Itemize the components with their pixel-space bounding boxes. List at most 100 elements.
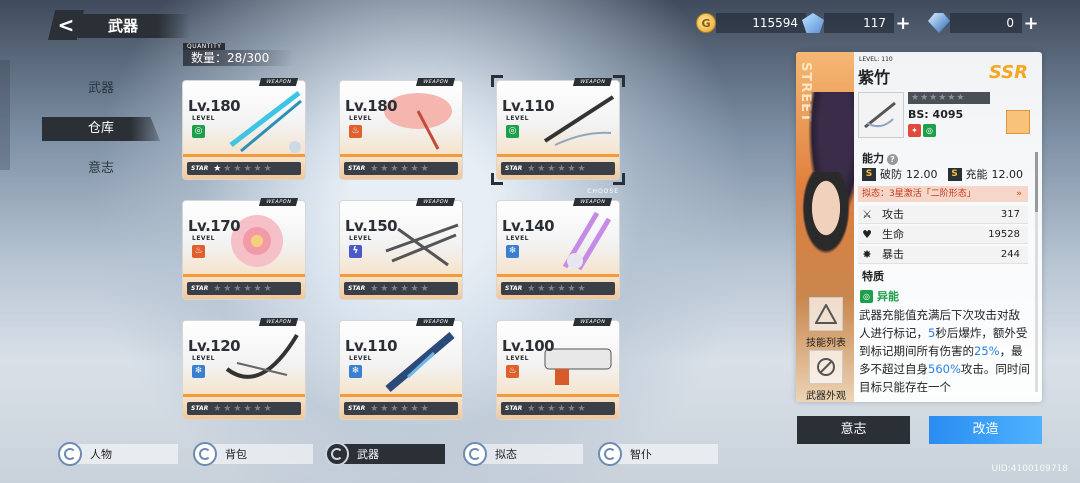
star-icon: ★ [370, 283, 379, 294]
tab-label: 智仆 [630, 448, 652, 461]
level-word: LEVEL [192, 235, 215, 242]
weapon-stars: ★ ★ ★ ★ ★ ★ [908, 92, 990, 104]
tab-weapon[interactable]: 武器 [325, 442, 445, 466]
star-word: STAR [505, 405, 523, 412]
star-icon: ★ [233, 403, 242, 414]
level-word: LEVEL [349, 235, 372, 242]
star-word: STAR [191, 165, 209, 172]
star-icon: ★ [527, 403, 536, 414]
weapon-card[interactable]: WEAPON Lv.120 LEVEL ❄ STAR ★ ★ ★ ★ ★ ★ [182, 318, 306, 420]
quantity-label: QUANTITY [183, 43, 226, 50]
tab-bg [70, 444, 178, 464]
star-icon: ★ [243, 403, 252, 414]
upgrade-button[interactable]: 改造 [929, 416, 1042, 444]
will-button[interactable]: 意志 [797, 416, 910, 444]
star-icon: ★ [400, 163, 409, 174]
level-word: LEVEL [192, 355, 215, 362]
ability-1-name: 破防 [880, 168, 902, 181]
tab-character[interactable]: 人物 [58, 442, 178, 466]
star-icon: ★ [243, 283, 252, 294]
ability-title: 能力? [862, 150, 898, 166]
ice-element-icon: ❄ [506, 245, 519, 258]
trait-tag: ◎ 异能 [860, 288, 899, 304]
star-bar: STAR ★ ★ ★ ★ ★ ★ [501, 162, 615, 175]
tab-smart-servant[interactable]: 智仆 [598, 442, 718, 466]
star-icon: ★ [410, 403, 419, 414]
resonance-icon[interactable] [1006, 110, 1030, 134]
star-icon: ★ [390, 283, 399, 294]
side-edge [0, 60, 10, 170]
weapon-card[interactable]: WEAPON Lv.100 LEVEL ♨ STAR ★ ★ ★ ★ ★ ★ [496, 318, 620, 420]
star-icon: ★ [567, 403, 576, 414]
weapon-level: Lv.120 [188, 337, 241, 355]
star-bar: STAR ★ ★ ★ ★ ★ ★ [344, 162, 458, 175]
star-icon: ★ [410, 163, 419, 174]
quantity-value: 数量：28/300 [183, 50, 293, 66]
star-icon: ★ [567, 163, 576, 174]
level-word: LEVEL [192, 115, 215, 122]
add-gem-button[interactable]: + [894, 13, 912, 34]
weapon-card[interactable]: WEAPON Lv.140 LEVEL ❄ STAR ★ ★ ★ ★ ★ ★ [496, 198, 620, 300]
weapon-level: Lv.180 [345, 97, 398, 115]
crystal-currency: 0 + [928, 12, 1040, 34]
tab-label: 拟态 [495, 448, 517, 461]
star-icon: ★ [400, 283, 409, 294]
mimic-text: 拟态：3星激活「二阶形态」 [862, 189, 976, 199]
side-nav-weapons[interactable]: 武器 [42, 77, 160, 101]
mimic-info-bar[interactable]: 拟态：3星激活「二阶形态」 » [858, 186, 1028, 202]
side-nav-will[interactable]: 意志 [42, 157, 160, 181]
character-portrait: STREET 技能列表 武器外观 [796, 52, 854, 402]
weapon-skin-button[interactable]: 武器外观 [800, 350, 852, 402]
fire-element-icon: ♨ [349, 125, 362, 138]
weapon-card[interactable]: WEAPON Lv.110 LEVEL ❄ STAR ★ ★ ★ ★ ★ ★ [339, 318, 463, 420]
ability-title-text: 能力 [862, 152, 884, 165]
weapon-level: Lv.110 [502, 97, 555, 115]
star-icon: ★ [213, 163, 222, 174]
add-crystal-button[interactable]: + [1022, 13, 1040, 34]
weapon-art-icon [562, 211, 612, 271]
star-icon: ★ [557, 403, 566, 414]
star-icon: ★ [223, 163, 232, 174]
star-word: STAR [505, 285, 523, 292]
weapon-detail-panel: STREET 技能列表 武器外观 LEVEL: 110 紫竹 SSR ★ ★ ★ ★ ★… [796, 52, 1042, 402]
stat-name: 生命 [882, 228, 904, 241]
weapon-thumbnail [858, 92, 904, 138]
trait-name: 异能 [877, 290, 899, 303]
weapon-card[interactable]: WEAPON Lv.180 LEVEL ◎ STAR ★ ★ ★ ★ ★ ★ [182, 78, 306, 180]
star-icon: ★ [420, 403, 429, 414]
star-icon: ★ [380, 403, 389, 414]
weapon-card[interactable]: WEAPON Lv.180 LEVEL ♨ STAR ★ ★ ★ ★ ★ ★ [339, 78, 463, 180]
burst-icon: ✸ [862, 248, 872, 261]
tab-backpack[interactable]: 背包 [193, 442, 313, 466]
star-icon: ★ [920, 93, 929, 103]
gold-currency: G 115594 [696, 12, 806, 34]
character-icon [58, 442, 82, 466]
star-word: STAR [191, 285, 209, 292]
star-icon: ★ [390, 163, 399, 174]
tab-mimic[interactable]: 拟态 [463, 442, 583, 466]
weapon-level: Lv.150 [345, 217, 398, 235]
side-nav-warehouse[interactable]: 仓库 [42, 117, 160, 141]
star-icon: ★ [263, 403, 272, 414]
star-icon: ★ [537, 283, 546, 294]
crystal-amount: 0 [950, 13, 1022, 33]
level-word: LEVEL [506, 115, 529, 122]
weapon-card[interactable]: WEAPON Lv.110 LEVEL ◎ STAR ★ ★ ★ ★ ★ ★ CHOOSE [491, 75, 625, 195]
gem-currency: 117 + [802, 12, 912, 34]
star-icon: ★ [233, 163, 242, 174]
weapon-art-icon [543, 95, 615, 146]
weapon-card[interactable]: WEAPON Lv.170 LEVEL ♨ STAR ★ ★ ★ ★ ★ ★ [182, 198, 306, 300]
detail-scrollbar[interactable] [1035, 152, 1038, 392]
tab-label: 背包 [225, 448, 247, 461]
level-word: LEVEL [506, 235, 529, 242]
level-word: LEVEL [349, 115, 372, 122]
mimic-icon [463, 442, 487, 466]
skill-list-button[interactable]: 技能列表 [800, 297, 852, 349]
portrait-body [798, 172, 854, 262]
weapon-card[interactable]: WEAPON Lv.150 LEVEL ϟ STAR ★ ★ ★ ★ ★ ★ [339, 198, 463, 300]
star-word: STAR [348, 285, 366, 292]
desc-highlight: 560% [928, 362, 961, 376]
star-icon: ★ [253, 403, 262, 414]
star-icon: ★ [527, 163, 536, 174]
help-icon[interactable]: ? [887, 154, 898, 165]
